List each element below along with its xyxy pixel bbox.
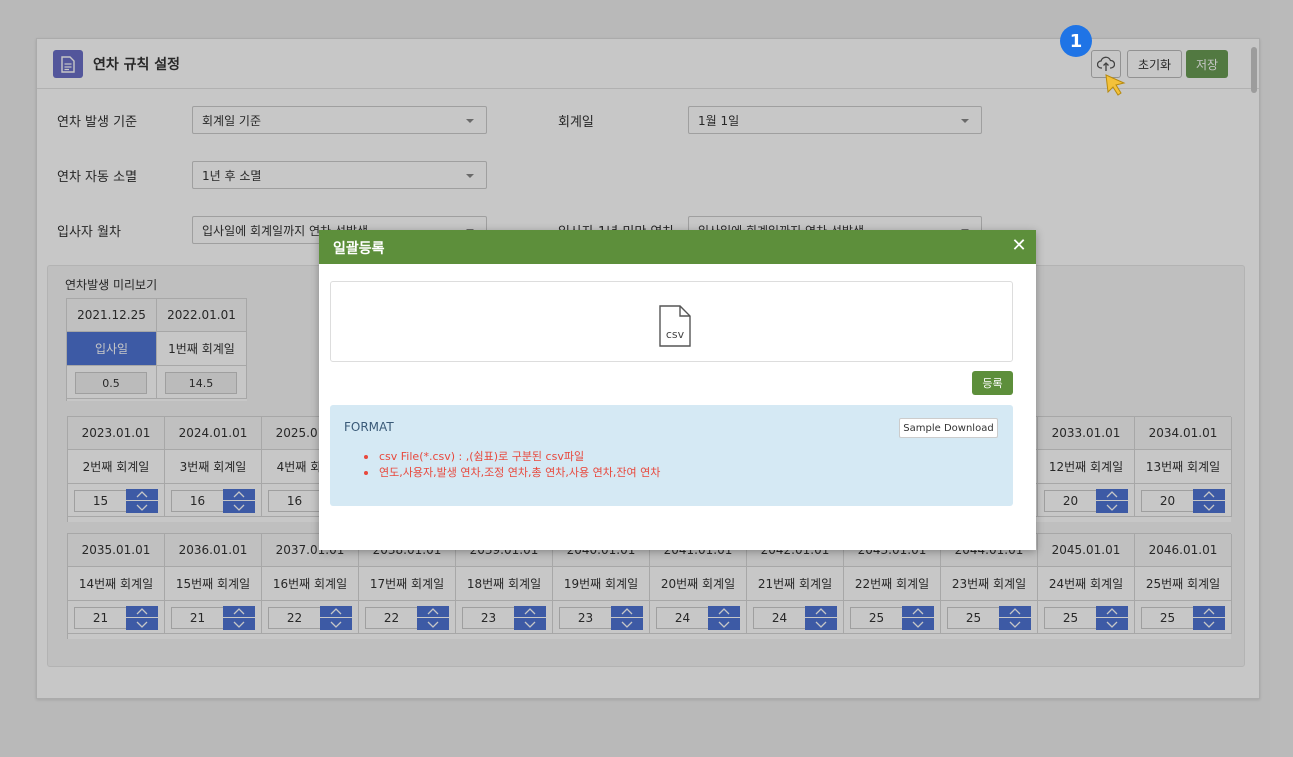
format-list: csv File(*.csv) : ,(쉼표)로 구분된 csv파일 연도,사용… (364, 449, 660, 481)
cursor-pointer-icon (1105, 74, 1126, 96)
bulk-register-modal: 일괄등록 ✕ csv 등록 FORMAT Sample Download csv… (319, 230, 1036, 550)
modal-header: 일괄등록 ✕ (319, 230, 1036, 264)
format-item: 연도,사용자,발생 연차,조정 연차,총 연차,사용 연차,잔여 연차 (364, 465, 660, 481)
csv-file-label: csv (666, 328, 685, 341)
file-dropzone[interactable]: csv (330, 281, 1013, 362)
format-title: FORMAT (344, 420, 394, 434)
sample-download-button[interactable]: Sample Download (899, 418, 998, 438)
csv-file-icon: csv (659, 305, 691, 347)
modal-title: 일괄등록 (333, 241, 385, 257)
format-item: csv File(*.csv) : ,(쉼표)로 구분된 csv파일 (364, 449, 660, 465)
step-badge: 1 (1060, 25, 1092, 57)
close-icon[interactable]: ✕ (1010, 236, 1028, 256)
register-button[interactable]: 등록 (972, 371, 1013, 395)
format-info-box: FORMAT Sample Download csv File(*.csv) :… (330, 405, 1013, 506)
